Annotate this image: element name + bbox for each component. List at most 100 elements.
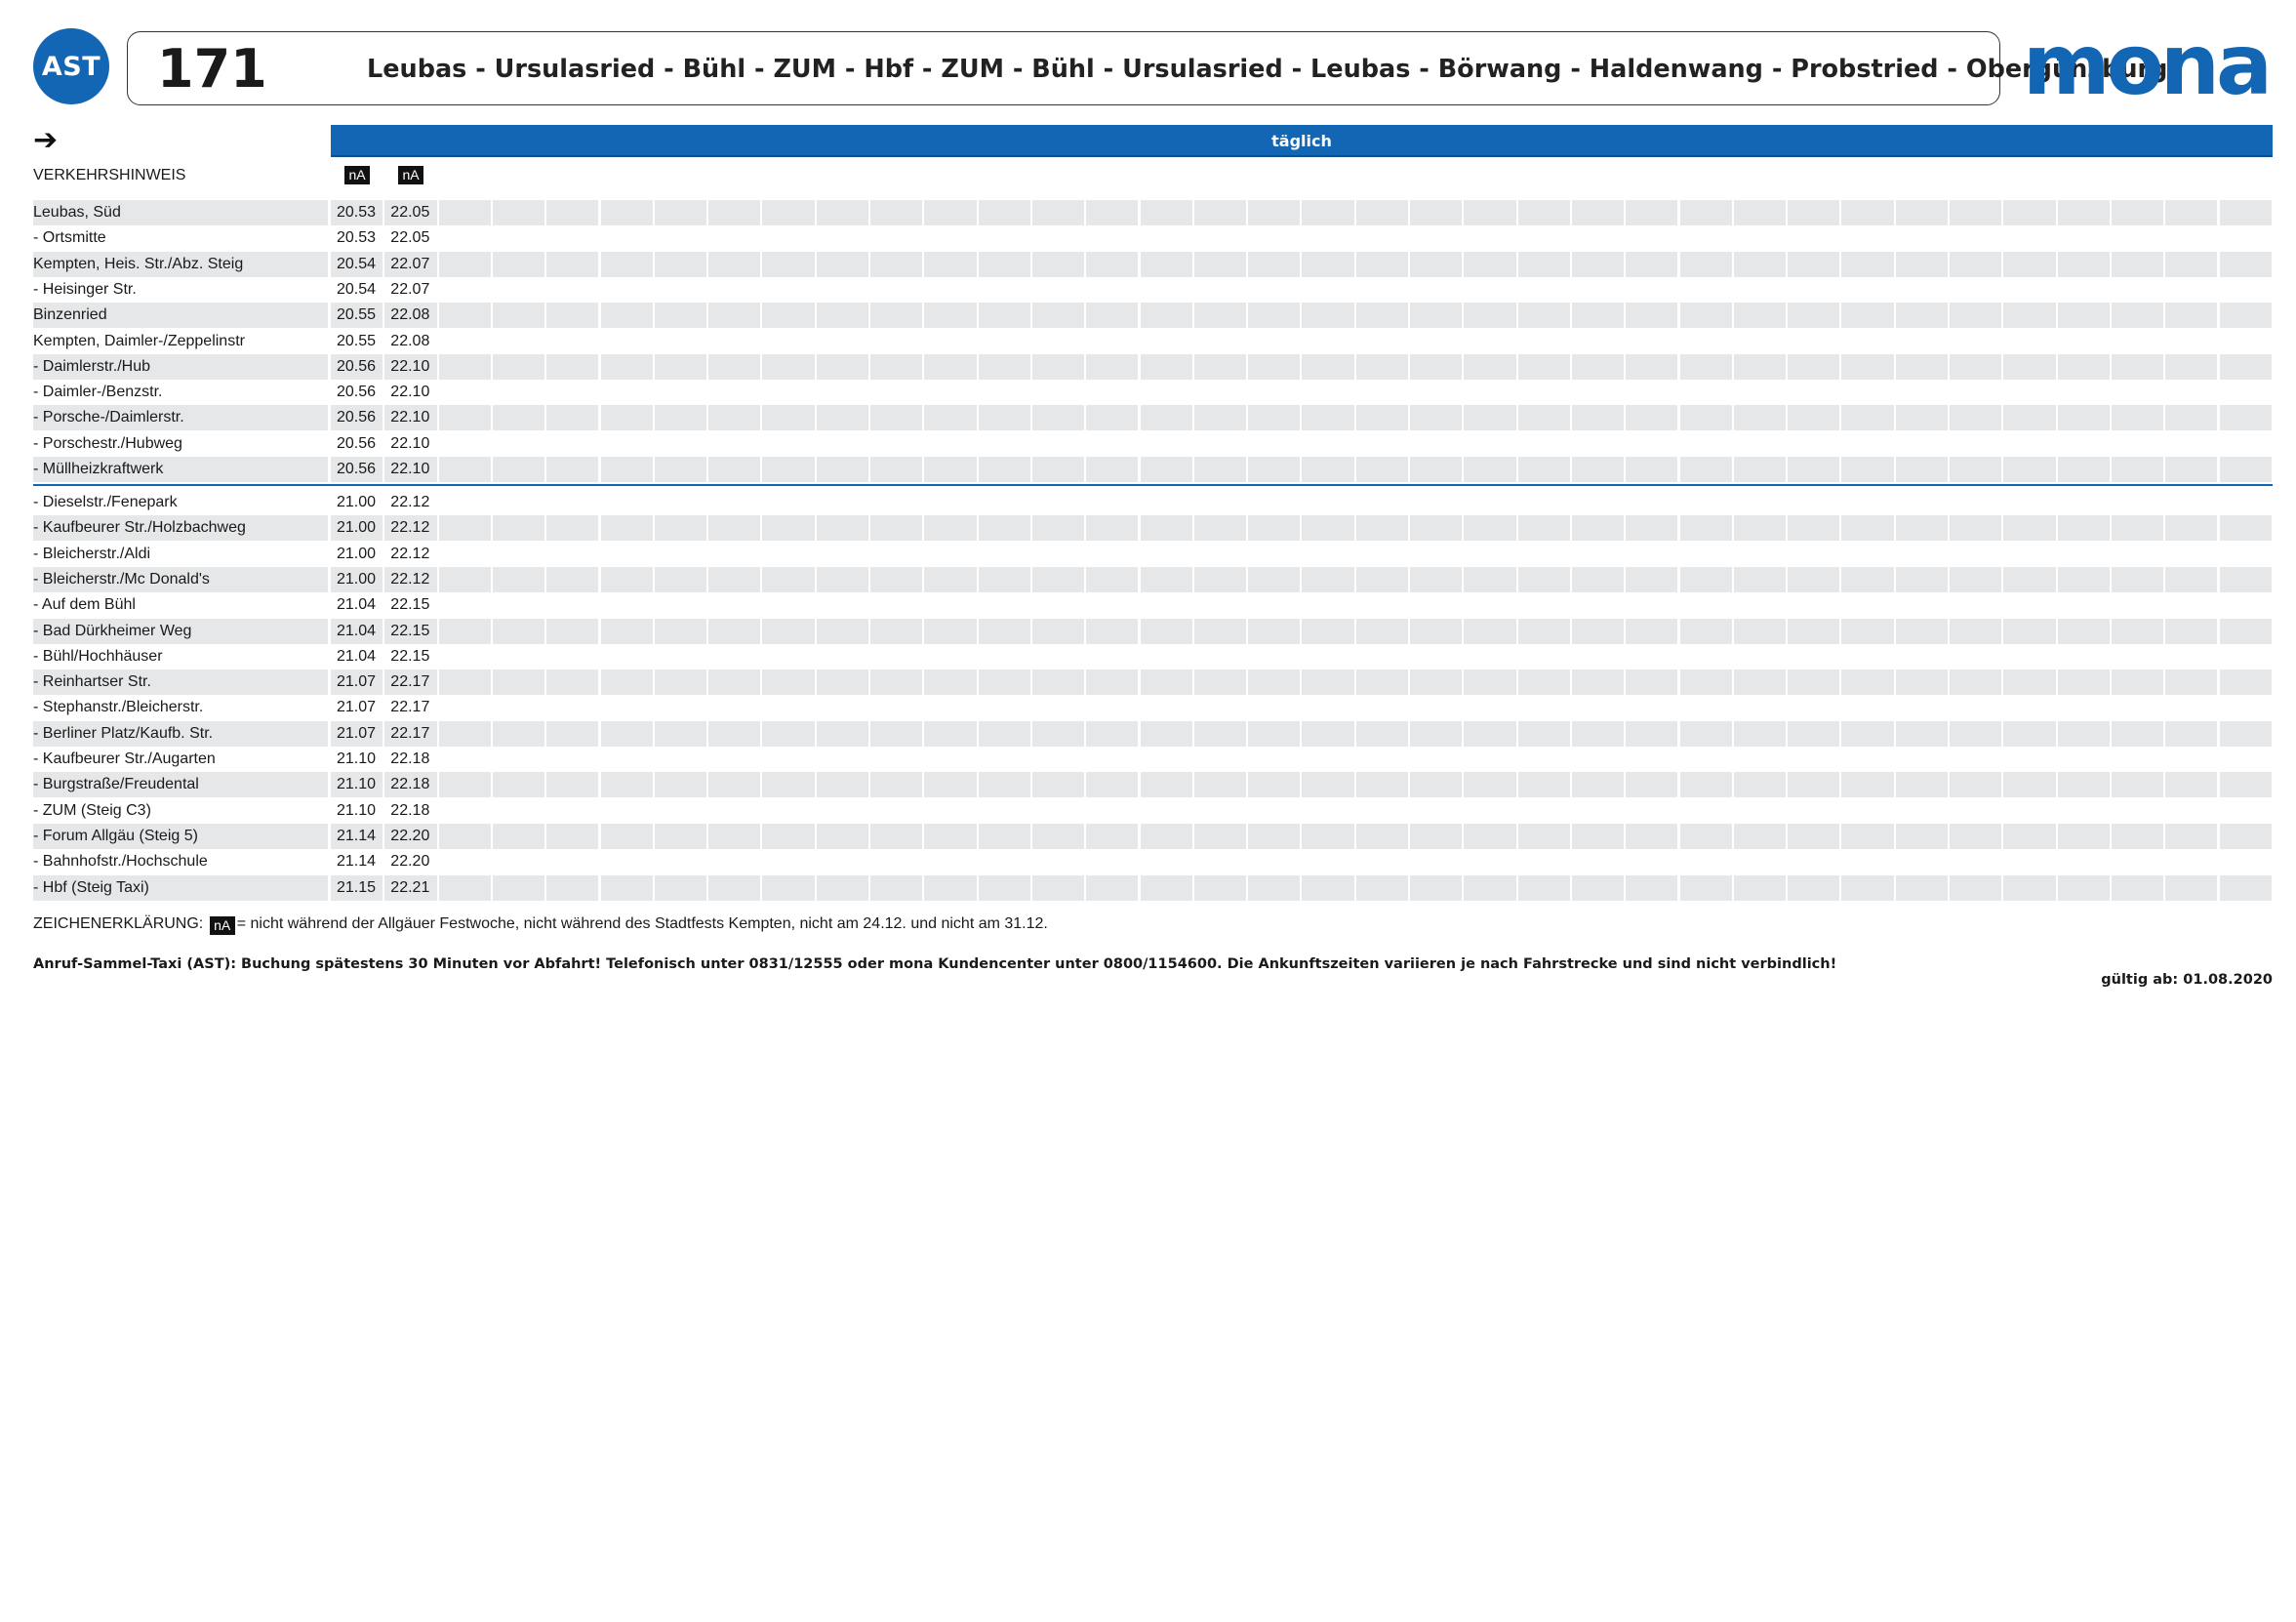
empty-cell bbox=[1141, 329, 1192, 354]
empty-cell bbox=[2219, 772, 2272, 798]
empty-cell bbox=[1410, 592, 1462, 618]
empty-cell bbox=[1248, 431, 1300, 457]
empty-cell bbox=[817, 644, 868, 669]
empty-cell bbox=[1031, 823, 1085, 849]
empty-cell bbox=[2165, 720, 2218, 747]
empty-cell bbox=[2219, 515, 2272, 542]
empty-cell bbox=[1788, 251, 1840, 277]
empty-cell bbox=[1410, 353, 1463, 380]
empty-cell bbox=[1248, 618, 1301, 644]
empty-cell bbox=[1086, 772, 1139, 798]
empty-cell bbox=[870, 353, 923, 380]
stop-name: - Auf dem Bühl bbox=[33, 596, 136, 614]
empty-cell bbox=[1679, 823, 1732, 849]
empty-cell bbox=[1950, 515, 2002, 542]
empty-cell bbox=[870, 592, 922, 618]
empty-cell bbox=[979, 431, 1030, 457]
empty-cell bbox=[1679, 457, 1732, 482]
empty-cell bbox=[1680, 225, 1732, 251]
stop-name: - Bleicherstr./Mc Donald's bbox=[33, 566, 328, 592]
empty-cell bbox=[1356, 849, 1408, 874]
empty-cell bbox=[493, 225, 544, 251]
empty-cell bbox=[1356, 695, 1408, 720]
empty-cell bbox=[1355, 457, 1408, 482]
empty-cell bbox=[1086, 618, 1139, 644]
empty-cell bbox=[978, 823, 1030, 849]
empty-cell bbox=[546, 277, 598, 303]
empty-cell bbox=[1571, 515, 1625, 542]
empty-cell bbox=[1355, 669, 1408, 696]
booking-info: Anruf-Sammel-Taxi (AST): Buchung spätest… bbox=[33, 956, 1837, 972]
empty-cell bbox=[2003, 380, 2055, 405]
empty-cell bbox=[1734, 644, 1786, 669]
empty-cell bbox=[1410, 457, 1463, 482]
empty-cell bbox=[1140, 457, 1192, 482]
empty-cell bbox=[1895, 874, 1948, 901]
empty-cell bbox=[1788, 490, 1839, 515]
empty-cell bbox=[817, 747, 868, 772]
empty-cell bbox=[1194, 380, 1246, 405]
empty-cell bbox=[1302, 380, 1353, 405]
empty-cell bbox=[1086, 457, 1139, 482]
empty-cell bbox=[1193, 618, 1247, 644]
empty-cell bbox=[1355, 353, 1408, 380]
empty-cell bbox=[546, 669, 599, 696]
empty-cell bbox=[2058, 380, 2110, 405]
empty-cell bbox=[2112, 644, 2163, 669]
empty-cell bbox=[2112, 542, 2163, 567]
empty-cell bbox=[492, 720, 545, 747]
empty-cell bbox=[708, 695, 760, 720]
empty-cell bbox=[439, 747, 491, 772]
empty-cell bbox=[1518, 644, 1570, 669]
empty-cell bbox=[2003, 669, 2056, 696]
empty-cell bbox=[979, 747, 1030, 772]
empty-cell bbox=[1841, 431, 1893, 457]
table-row: - Bleicherstr./Mc Donald's 21.00 22.12 bbox=[33, 566, 2273, 592]
route-title: Leubas - Ursulasried - Bühl - ZUM - Hbf … bbox=[367, 55, 2168, 84]
empty-cell bbox=[2220, 329, 2272, 354]
stop-name: Leubas, Süd bbox=[33, 200, 328, 225]
empty-cell bbox=[1248, 515, 1301, 542]
empty-cell bbox=[1895, 720, 1948, 747]
empty-cell bbox=[1734, 329, 1786, 354]
empty-cell bbox=[2220, 431, 2272, 457]
empty-cell bbox=[2165, 849, 2217, 874]
empty-cell bbox=[1841, 823, 1894, 849]
empty-cell bbox=[2220, 542, 2272, 567]
empty-cell bbox=[1140, 566, 1192, 592]
empty-cell bbox=[2058, 849, 2110, 874]
departure-time: 22.05 bbox=[390, 229, 430, 247]
empty-cell bbox=[708, 644, 760, 669]
empty-cell bbox=[546, 695, 598, 720]
empty-cell bbox=[438, 251, 491, 277]
empty-cell bbox=[2219, 251, 2272, 277]
empty-cell bbox=[708, 329, 760, 354]
empty-cell bbox=[870, 490, 922, 515]
empty-cell bbox=[438, 566, 491, 592]
empty-cell bbox=[1626, 200, 1678, 225]
departure-time: 22.17 bbox=[384, 669, 437, 696]
empty-cell bbox=[2057, 405, 2110, 431]
empty-cell bbox=[1302, 720, 1354, 747]
empty-cell bbox=[1733, 251, 1787, 277]
empty-cell bbox=[1571, 200, 1625, 225]
empty-cell bbox=[1410, 225, 1462, 251]
empty-cell bbox=[2165, 431, 2217, 457]
departure-time: 21.00 bbox=[331, 566, 383, 592]
empty-cell bbox=[1086, 380, 1138, 405]
departure-time: 22.10 bbox=[390, 384, 430, 401]
empty-cell bbox=[1031, 618, 1085, 644]
empty-cell bbox=[924, 405, 977, 431]
line-number: 171 bbox=[157, 38, 267, 100]
empty-cell bbox=[655, 542, 706, 567]
empty-cell bbox=[546, 644, 598, 669]
empty-cell bbox=[1086, 566, 1139, 592]
empty-cell bbox=[1734, 225, 1786, 251]
empty-cell bbox=[2111, 353, 2164, 380]
empty-cell bbox=[1841, 772, 1894, 798]
empty-cell bbox=[2112, 798, 2163, 824]
empty-cell bbox=[493, 695, 544, 720]
departure-time: 22.05 bbox=[384, 200, 437, 225]
empty-cell bbox=[1086, 225, 1138, 251]
empty-cell bbox=[1464, 353, 1516, 380]
